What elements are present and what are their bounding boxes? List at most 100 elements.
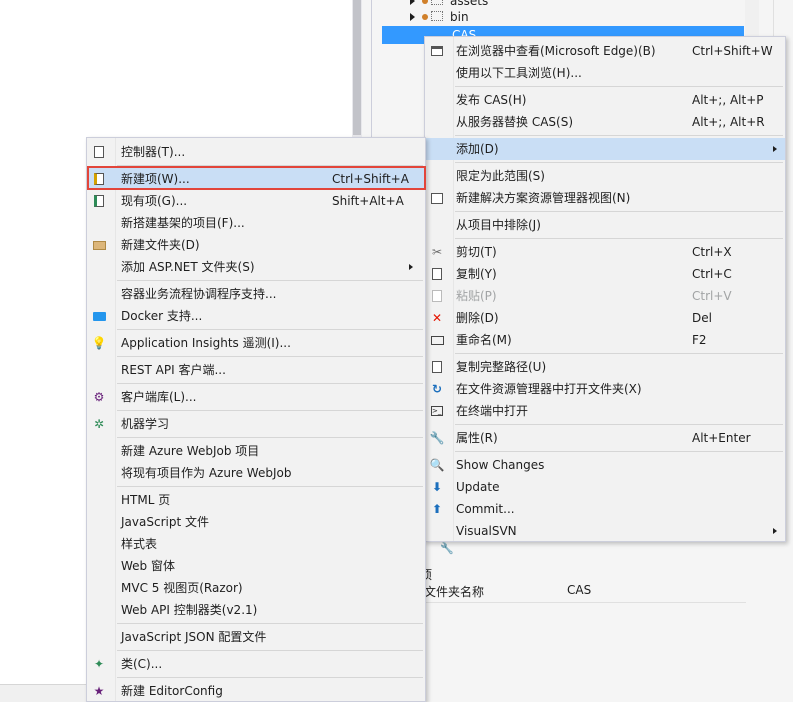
menu-separator — [455, 162, 783, 163]
submenu-arrow-icon — [773, 146, 777, 152]
submenu-item-json-config[interactable]: JavaScript JSON 配置文件 — [87, 626, 425, 648]
expand-arrow-icon[interactable] — [410, 0, 415, 5]
menu-item-label: Update — [456, 480, 500, 494]
menu-item-update[interactable]: ⬇ Update — [425, 476, 785, 498]
submenu-item-javascript-file[interactable]: JavaScript 文件 — [87, 511, 425, 533]
menu-item-scope-to-this[interactable]: 限定为此范围(S) — [425, 165, 785, 187]
submenu-item-new-webjob[interactable]: 新建 Azure WebJob 项目 — [87, 440, 425, 462]
menu-item-label: 复制(Y) — [456, 267, 497, 281]
rename-icon — [429, 332, 445, 348]
menu-separator — [455, 238, 783, 239]
properties-wrench-icon: 🔧 — [440, 542, 454, 555]
menu-item-label: JavaScript JSON 配置文件 — [121, 630, 267, 644]
submenu-item-webapi-controller[interactable]: Web API 控制器类(v2.1) — [87, 599, 425, 621]
submenu-item-web-form[interactable]: Web 窗体 — [87, 555, 425, 577]
menu-item-replace-from-server[interactable]: 从服务器替换 CAS(S) Alt+;, Alt+R — [425, 111, 785, 133]
menu-item-shortcut: Alt+;, Alt+P — [692, 93, 764, 107]
menu-item-properties[interactable]: 🔧 属性(R) Alt+Enter — [425, 427, 785, 449]
menu-item-label: 客户端库(L)... — [121, 390, 197, 404]
menu-item-label: 剪切(T) — [456, 245, 497, 259]
show-changes-icon: 🔍 — [429, 458, 445, 472]
submenu-item-machine-learning[interactable]: ✲ 机器学习 — [87, 413, 425, 435]
menu-item-label: HTML 页 — [121, 493, 171, 507]
property-value[interactable]: CAS — [567, 583, 591, 597]
copy-path-icon — [429, 359, 445, 375]
menu-separator — [455, 135, 783, 136]
menu-item-copy[interactable]: 复制(Y) Ctrl+C — [425, 263, 785, 285]
submenu-item-mvc-view[interactable]: MVC 5 视图页(Razor) — [87, 577, 425, 599]
menu-item-shortcut: Del — [692, 311, 712, 325]
menu-item-view-in-browser[interactable]: 在浏览器中查看(Microsoft Edge)(B) Ctrl+Shift+W — [425, 40, 785, 62]
submenu-item-app-insights[interactable]: 💡 Application Insights 遥测(I)... — [87, 332, 425, 354]
copy-icon — [429, 266, 445, 282]
menu-item-show-changes[interactable]: 🔍 Show Changes — [425, 454, 785, 476]
scrollbar-thumb[interactable] — [353, 0, 361, 135]
folder-icon — [431, 11, 443, 21]
submenu-item-aspnet-folder[interactable]: 添加 ASP.NET 文件夹(S) — [87, 256, 425, 278]
menu-item-label: Show Changes — [456, 458, 545, 472]
menu-separator — [455, 211, 783, 212]
menu-item-rename[interactable]: 重命名(M) F2 — [425, 329, 785, 351]
menu-item-open-in-terminal[interactable]: >_ 在终端中打开 — [425, 400, 785, 422]
menu-item-label: 将现有项目作为 Azure WebJob — [121, 466, 292, 480]
existing-item-icon — [91, 193, 107, 209]
menu-separator — [117, 486, 423, 487]
context-menu: 在浏览器中查看(Microsoft Edge)(B) Ctrl+Shift+W … — [424, 36, 786, 542]
add-submenu: 控制器(T)... 新建项(W)... Ctrl+Shift+A 现有项(G).… — [86, 137, 426, 702]
submenu-item-docker-support[interactable]: Docker 支持... — [87, 305, 425, 327]
menu-separator — [117, 356, 423, 357]
menu-item-shortcut: Ctrl+Shift+W — [692, 44, 773, 58]
menu-item-delete[interactable]: ✕ 删除(D) Del — [425, 307, 785, 329]
menu-item-cut[interactable]: ✂ 剪切(T) Ctrl+X — [425, 241, 785, 263]
submenu-item-existing-item[interactable]: 现有项(G)... Shift+Alt+A — [87, 190, 425, 212]
menu-item-label: JavaScript 文件 — [121, 515, 209, 529]
menu-item-label: 添加(D) — [456, 142, 499, 156]
submenu-item-existing-as-webjob[interactable]: 将现有项目作为 Azure WebJob — [87, 462, 425, 484]
submenu-item-stylesheet[interactable]: 样式表 — [87, 533, 425, 555]
client-library-icon: ⚙ — [93, 390, 105, 404]
menu-item-label: 添加 ASP.NET 文件夹(S) — [121, 260, 255, 274]
property-key: 文件夹名称 — [424, 585, 485, 599]
menu-item-browse-with[interactable]: 使用以下工具浏览(H)... — [425, 62, 785, 84]
menu-item-label: 新建解决方案资源管理器视图(N) — [456, 191, 631, 205]
submenu-item-controller[interactable]: 控制器(T)... — [87, 141, 425, 163]
menu-item-label: 使用以下工具浏览(H)... — [456, 66, 582, 80]
menu-item-publish[interactable]: 发布 CAS(H) Alt+;, Alt+P — [425, 89, 785, 111]
submenu-item-rest-client[interactable]: REST API 客户端... — [87, 359, 425, 381]
menu-item-shortcut: Shift+Alt+A — [332, 194, 404, 208]
menu-item-open-in-explorer[interactable]: ↻ 在文件资源管理器中打开文件夹(X) — [425, 378, 785, 400]
submenu-item-new-folder[interactable]: 新建文件夹(D) — [87, 234, 425, 256]
submenu-item-class[interactable]: ✦ 类(C)... — [87, 653, 425, 675]
browser-icon — [429, 43, 445, 59]
folder-icon — [431, 0, 443, 5]
menu-item-label: MVC 5 视图页(Razor) — [121, 581, 243, 595]
menu-item-label: Docker 支持... — [121, 309, 203, 323]
docker-icon — [91, 308, 107, 324]
menu-item-label: 机器学习 — [121, 417, 170, 431]
menu-item-copy-full-path[interactable]: 复制完整路径(U) — [425, 356, 785, 378]
menu-separator — [117, 677, 423, 678]
submenu-item-orchestrator-support[interactable]: 容器业务流程协调程序支持... — [87, 283, 425, 305]
submenu-item-editorconfig[interactable]: ★ 新建 EditorConfig — [87, 680, 425, 702]
menu-item-commit[interactable]: ⬆ Commit... — [425, 498, 785, 520]
menu-separator — [117, 329, 423, 330]
menu-item-label: 限定为此范围(S) — [456, 169, 545, 183]
menu-item-shortcut: Alt+;, Alt+R — [692, 115, 765, 129]
menu-item-paste[interactable]: 粘贴(P) Ctrl+V — [425, 285, 785, 307]
new-view-icon — [429, 190, 445, 206]
submenu-item-html-page[interactable]: HTML 页 — [87, 489, 425, 511]
menu-item-exclude-from-project[interactable]: 从项目中排除(J) — [425, 214, 785, 236]
menu-item-label: 样式表 — [121, 537, 158, 551]
menu-item-new-explorer-view[interactable]: 新建解决方案资源管理器视图(N) — [425, 187, 785, 209]
menu-item-add[interactable]: 添加(D) — [425, 138, 785, 160]
submenu-arrow-icon — [773, 528, 777, 534]
submenu-item-scaffolded-item[interactable]: 新搭建基架的项目(F)... — [87, 212, 425, 234]
menu-item-label: 复制完整路径(U) — [456, 360, 547, 374]
menu-separator — [117, 650, 423, 651]
new-folder-icon — [91, 237, 107, 253]
menu-item-label: 删除(D) — [456, 311, 499, 325]
menu-item-label: 属性(R) — [456, 431, 498, 445]
submenu-item-client-library[interactable]: ⚙ 客户端库(L)... — [87, 386, 425, 408]
menu-item-visualsvn[interactable]: VisualSVN — [425, 520, 785, 542]
expand-arrow-icon[interactable] — [410, 13, 415, 21]
